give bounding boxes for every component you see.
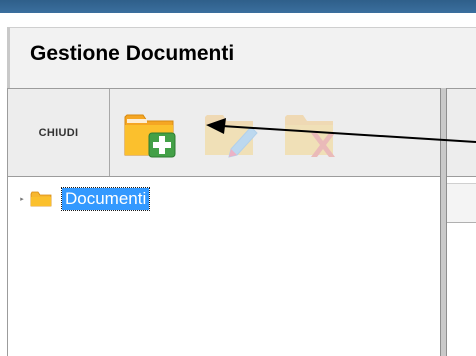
document-manager-window: Gestione Documenti CHIUDI ▸ Documenti [0, 0, 476, 356]
close-button[interactable]: CHIUDI [8, 89, 110, 176]
folder-add-icon [124, 114, 176, 158]
annotation-arrow [206, 118, 476, 143]
right-panel-header [447, 183, 476, 223]
tree-node-label[interactable]: Documenti [60, 187, 151, 211]
folder-icon [30, 191, 52, 207]
title-bar: Gestione Documenti [7, 27, 476, 88]
tree-node-documenti[interactable]: ▸ Documenti [18, 187, 151, 211]
tree-expand-icon[interactable]: ▸ [18, 195, 26, 203]
add-folder-button[interactable] [121, 105, 181, 159]
folder-tree: ▸ Documenti [7, 177, 440, 356]
window-title: Gestione Documenti [30, 42, 235, 65]
window-top-strip [0, 0, 476, 13]
